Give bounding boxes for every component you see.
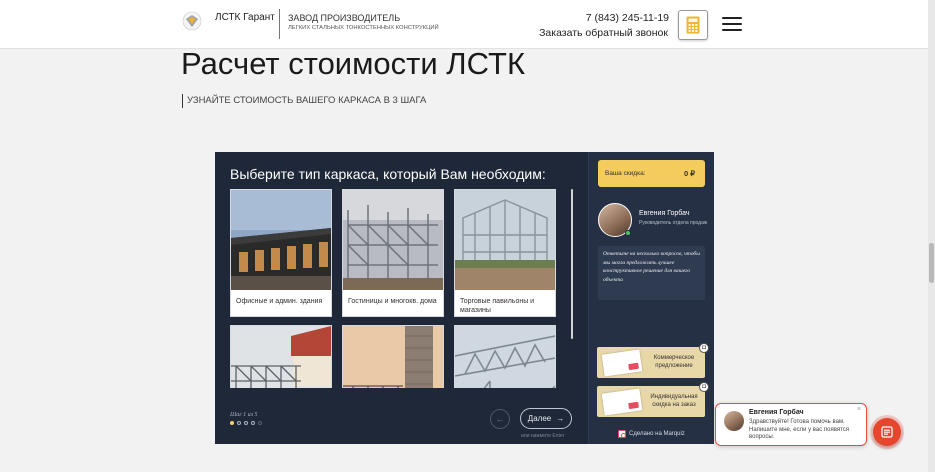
- phone-link[interactable]: 7 (843) 245-11-19: [586, 12, 669, 24]
- document-icon: [601, 388, 643, 416]
- quiz-scrollbar[interactable]: [571, 189, 573, 339]
- made-with-label: Сделано на Marquiz: [629, 431, 685, 437]
- site-header: ЛСТК Гарант ЗАВОД ПРОИЗВОДИТЕЛЬ ЛЕГКИХ С…: [0, 0, 928, 49]
- marquiz-logo-icon: [618, 430, 626, 438]
- step-dot: [251, 421, 255, 425]
- option-image: [454, 326, 556, 388]
- logo-icon[interactable]: [182, 11, 202, 31]
- manager-role: Руководитель отдела продаж: [639, 220, 708, 226]
- option-image: [231, 190, 331, 290]
- option-card-houses[interactable]: [230, 325, 332, 388]
- gift-icon: ◘: [699, 382, 709, 392]
- option-image: [231, 326, 331, 388]
- step-dot: [237, 421, 241, 425]
- option-card-hotels[interactable]: Гостиницы и многокв. дома: [342, 189, 444, 317]
- chat-launcher-button[interactable]: [873, 418, 901, 446]
- chat-message: Здравствуйте! Готова помочь вам. Напишит…: [749, 419, 850, 440]
- option-card-retail[interactable]: Торговые павильоны и магазины: [454, 189, 556, 317]
- close-icon[interactable]: ×: [857, 406, 861, 413]
- option-card-offices[interactable]: Офисные и админ. здания: [230, 189, 332, 317]
- bonus-commercial-offer[interactable]: Коммерческое предложение ◘: [597, 343, 709, 378]
- document-icon: [601, 349, 643, 377]
- option-label: Гостиницы и многокв. дома: [348, 298, 437, 305]
- bonus-label: Индивидуальная скидка на заказ: [650, 394, 698, 408]
- page-scrollbar[interactable]: [928, 0, 935, 472]
- calculator-button[interactable]: [678, 10, 708, 40]
- discount-label: Ваша скидка:: [605, 170, 646, 177]
- quiz-sidebar: Ваша скидка: 0 ₽ Евгения Горбач Руководи…: [588, 152, 714, 444]
- brand-name[interactable]: ЛСТК Гарант: [215, 12, 275, 23]
- arrow-left-icon: ←: [495, 414, 505, 424]
- tagline-sub: ЛЕГКИХ СТАЛЬНЫХ ТОНКОСТЕННЫХ КОНСТРУКЦИЙ: [288, 25, 439, 31]
- page-title: Расчет стоимости ЛСТК: [181, 46, 525, 81]
- manager-name: Евгения Горбач: [639, 210, 690, 217]
- marquiz-link[interactable]: Сделано на Marquiz: [618, 430, 685, 438]
- calculator-icon: [686, 16, 700, 34]
- header-divider: [279, 9, 280, 39]
- back-button[interactable]: ←: [490, 409, 510, 429]
- discount-value: 0 ₽: [683, 169, 695, 178]
- option-image: [343, 326, 443, 388]
- next-button[interactable]: Далее →: [520, 408, 572, 429]
- chat-sender-name: Евгения Горбач: [749, 409, 804, 416]
- chat-icon: [881, 426, 893, 438]
- quiz-widget: Выберите тип каркаса, который Вам необхо…: [215, 152, 714, 444]
- scrollbar-thumb[interactable]: [929, 243, 934, 283]
- option-label: Торговые павильоны и магазины: [460, 298, 535, 314]
- bonus-discount[interactable]: Индивидуальная скидка на заказ ◘: [597, 382, 709, 417]
- option-image: [455, 190, 555, 290]
- option-image: [343, 190, 443, 290]
- option-card-highrise[interactable]: [342, 325, 444, 388]
- arrow-right-icon: →: [556, 414, 565, 423]
- online-status-icon: [625, 230, 631, 236]
- tagline-main: ЗАВОД ПРОИЗВОДИТЕЛЬ: [288, 13, 401, 23]
- quiz-options: Офисные и админ. здания Гостиницы и мног…: [230, 189, 560, 388]
- gift-icon: ◘: [699, 343, 709, 353]
- step-dot: [230, 421, 234, 425]
- quiz-question: Выберите тип каркаса, который Вам необхо…: [230, 166, 546, 182]
- callback-link[interactable]: Заказать обратный звонок: [539, 27, 668, 39]
- step-dots: [230, 421, 262, 425]
- option-card-trusses[interactable]: [454, 325, 556, 388]
- bonus-label: Коммерческое предложение: [653, 355, 695, 369]
- step-dot: [244, 421, 248, 425]
- discount-box: Ваша скидка: 0 ₽: [598, 160, 705, 187]
- menu-icon[interactable]: [722, 17, 742, 31]
- enter-hint: или нажмите Enter: [521, 433, 565, 439]
- chat-popup[interactable]: Евгения Горбач Здравствуйте! Готова помо…: [715, 403, 867, 446]
- step-indicator: Шаг 1 из 5: [230, 412, 258, 418]
- step-dot: [258, 421, 262, 425]
- next-label: Далее: [527, 414, 552, 423]
- manager-message: Ответьте на несколько вопросов, чтобы мы…: [598, 246, 705, 300]
- quiz-main: Выберите тип каркаса, который Вам необхо…: [215, 152, 587, 444]
- chat-avatar: [724, 411, 744, 431]
- page-subtitle: УЗНАЙТЕ СТОИМОСТЬ ВАШЕГО КАРКАСА В 3 ШАГ…: [182, 94, 426, 108]
- option-label: Офисные и админ. здания: [236, 298, 323, 305]
